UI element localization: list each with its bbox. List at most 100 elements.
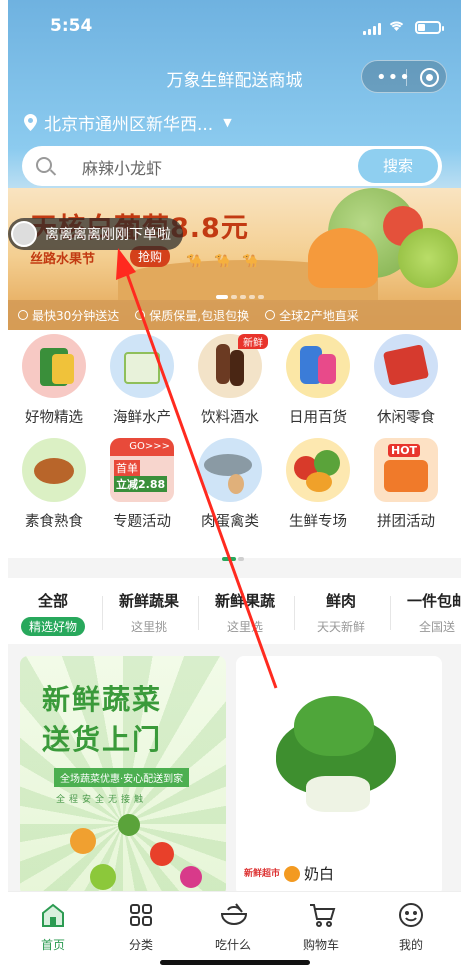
search-bar[interactable]: 麻辣小龙虾 搜索 xyxy=(22,146,442,186)
category-cooked-food[interactable]: 素食熟食 xyxy=(12,438,96,531)
tab-subtitle: 这里挑 xyxy=(130,620,167,634)
camel-graphic: 🐪 xyxy=(186,254,203,269)
search-input[interactable]: 麻辣小龙虾 xyxy=(82,155,162,179)
category-daily-goods[interactable]: 日用百货 xyxy=(276,334,360,427)
category-label: 素食熟食 xyxy=(25,514,83,530)
grapes-graphic xyxy=(398,228,458,288)
category-fresh-produce[interactable]: 生鲜专场 xyxy=(276,438,360,531)
battery-icon xyxy=(415,21,444,34)
product-name: 新鲜超市 奶白 xyxy=(244,863,334,884)
bok-choy-stem-image xyxy=(306,776,370,812)
tab-title: 新鲜蔬果 xyxy=(118,592,179,610)
mini-program-capsule[interactable]: ••• xyxy=(361,60,447,93)
location-selector[interactable]: 北京市通州区新华西... ▼ xyxy=(24,110,232,135)
promo-small-text: 全程安全无接触 xyxy=(56,795,148,805)
category-snacks[interactable]: 休闲零食 xyxy=(364,334,448,427)
special-event-icon: GO>>> 首单 立减2.88 xyxy=(110,438,174,502)
seafood-icon xyxy=(110,334,174,398)
lime-graphic xyxy=(90,864,116,890)
nav-category[interactable]: 分类 xyxy=(106,902,176,953)
nav-cart[interactable]: 购物车 xyxy=(286,902,356,953)
tab-fresh-veg-fruit[interactable]: 新鲜蔬果 这里挑 xyxy=(102,590,196,636)
bowl-icon xyxy=(220,902,248,928)
location-text: 北京市通州区新华西... xyxy=(44,115,214,135)
banner-page-indicator xyxy=(216,284,267,300)
category-label: 好物精选 xyxy=(25,410,83,426)
nav-profile[interactable]: 我的 xyxy=(376,902,446,953)
feature-item: 全球2产地直采 xyxy=(265,307,359,324)
search-icon xyxy=(36,157,52,173)
home-indicator xyxy=(160,960,310,965)
category-group-buy[interactable]: HOT 拼团活动 xyxy=(364,438,448,531)
tab-fresh-fruit-veg[interactable]: 新鲜果蔬 这里选 xyxy=(198,590,292,636)
nav-label: 分类 xyxy=(128,938,153,952)
fire-icon xyxy=(284,865,301,882)
tab-free-shipping[interactable]: 一件包邮 全国送 xyxy=(390,590,461,636)
signal-icon xyxy=(363,23,381,35)
brand-logo: 新鲜超市 xyxy=(244,868,281,879)
capsule-divider xyxy=(406,69,407,86)
caret-down-icon: ▼ xyxy=(223,116,232,129)
melon-slice-graphic xyxy=(308,228,378,288)
tab-all[interactable]: 全部 精选好物 xyxy=(8,590,100,636)
onion-graphic xyxy=(180,866,202,888)
nav-label: 吃什么 xyxy=(214,938,251,952)
category-label: 日用百货 xyxy=(289,410,347,426)
nav-label: 购物车 xyxy=(302,938,339,952)
group-buy-icon: HOT xyxy=(374,438,438,502)
category-label: 肉蛋禽类 xyxy=(201,514,259,530)
product-card[interactable]: 新鲜超市 奶白 xyxy=(236,656,442,896)
category-tabs: 全部 精选好物 新鲜蔬果 这里挑 新鲜果蔬 这里选 鲜肉 天天新鲜 一件包邮 全… xyxy=(8,578,461,644)
feature-item: 保质保量,包退包换 xyxy=(135,307,249,324)
globe-icon xyxy=(265,310,276,320)
nav-home[interactable]: 首页 xyxy=(18,902,88,953)
status-time: 5:54 xyxy=(50,16,93,36)
cart-icon xyxy=(308,902,336,928)
orange-graphic xyxy=(70,828,96,854)
order-toast: 离离离离刚刚下单啦 xyxy=(8,218,183,250)
grid-icon xyxy=(128,902,154,928)
search-button[interactable]: 搜索 xyxy=(358,149,438,183)
status-bar: 5:54 xyxy=(8,0,461,54)
category-good-products[interactable]: 好物精选 xyxy=(12,334,96,427)
smiley-icon xyxy=(398,902,424,928)
category-special-event[interactable]: GO>>> 首单 立减2.88 专题活动 xyxy=(100,438,184,531)
category-label: 拼团活动 xyxy=(377,514,435,530)
category-seafood[interactable]: 海鲜水产 xyxy=(100,334,184,427)
category-label: 海鲜水产 xyxy=(113,410,171,426)
tab-subtitle: 天天新鲜 xyxy=(316,620,365,634)
target-icon[interactable] xyxy=(420,68,439,87)
category-label: 饮料酒水 xyxy=(201,410,259,426)
tab-subtitle: 这里选 xyxy=(226,620,263,634)
service-features: 最快30分钟送达 保质保量,包退包换 全球2产地直采 xyxy=(8,300,461,330)
promo-card[interactable]: 新鲜蔬菜 送货上门 全场蔬菜优惠·安心配送到家 全程安全无接触 xyxy=(20,656,226,896)
meat-egg-icon xyxy=(198,438,262,502)
good-products-icon xyxy=(22,334,86,398)
promo-line1: 新鲜蔬菜 xyxy=(42,683,163,716)
nav-what-to-eat[interactable]: 吃什么 xyxy=(198,902,268,953)
category-page-indicator xyxy=(222,546,246,565)
broccoli-graphic xyxy=(118,814,140,836)
shield-icon xyxy=(135,310,146,320)
promo-line2: 送货上门 xyxy=(42,723,163,756)
home-icon xyxy=(40,902,66,928)
camel-graphic: 🐪 xyxy=(214,254,231,269)
tab-title: 新鲜果蔬 xyxy=(214,592,275,610)
category-label: 生鲜专场 xyxy=(289,514,347,530)
tab-title: 鲜肉 xyxy=(325,592,356,610)
tab-title: 一件包邮 xyxy=(406,592,461,610)
wifi-icon xyxy=(388,18,405,36)
avatar xyxy=(11,221,37,247)
nav-label: 我的 xyxy=(398,938,423,952)
tab-fresh-meat[interactable]: 鲜肉 天天新鲜 xyxy=(294,590,388,636)
tomato-graphic xyxy=(150,842,174,866)
category-meat-egg[interactable]: 肉蛋禽类 xyxy=(188,438,272,531)
category-drinks[interactable]: 新鲜 饮料酒水 xyxy=(188,334,272,427)
product-name-text: 奶白 xyxy=(304,865,335,883)
nav-label: 首页 xyxy=(40,938,65,952)
feature-item: 最快30分钟送达 xyxy=(18,307,119,324)
new-tag: 新鲜 xyxy=(238,334,268,349)
header-area: 5:54 万象生鲜配送商城 ••• 北京市通州区新华西... ▼ 麻辣小龙虾 搜… xyxy=(8,0,461,330)
cooked-food-icon xyxy=(22,438,86,502)
tab-subtitle: 精选好物 xyxy=(20,617,85,636)
